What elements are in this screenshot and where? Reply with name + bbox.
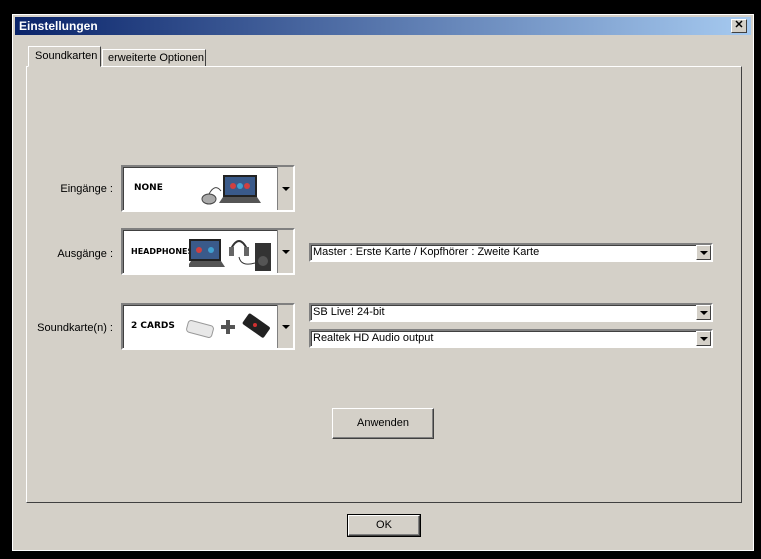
chevron-down-icon[interactable] bbox=[696, 305, 711, 320]
soundcard-dropdown-button[interactable] bbox=[277, 305, 293, 348]
close-button[interactable]: ✕ bbox=[731, 19, 747, 33]
tab-label: erweiterte Optionen bbox=[108, 52, 204, 64]
laptop-headphones-speaker-icon bbox=[189, 239, 271, 271]
chevron-down-icon[interactable] bbox=[696, 331, 711, 346]
settings-window: Einstellungen ✕ Soundkarten erweiterte O… bbox=[12, 14, 754, 551]
window-title: Einstellungen bbox=[19, 19, 98, 33]
soundcard-label: Soundkarte(n) : bbox=[37, 322, 113, 334]
ok-label: OK bbox=[376, 519, 392, 531]
soundcard-image-text: 2 CARDS bbox=[131, 321, 175, 331]
tab-erweiterte-optionen[interactable]: erweiterte Optionen bbox=[102, 49, 206, 67]
ok-button[interactable]: OK bbox=[347, 514, 421, 537]
tab-label: Soundkarten bbox=[35, 50, 98, 62]
outputs-label: Ausgänge : bbox=[57, 248, 113, 260]
tab-soundkarten[interactable]: Soundkarten bbox=[28, 46, 101, 67]
apply-button[interactable]: Anwenden bbox=[332, 408, 434, 439]
outputs-dropdown-button[interactable] bbox=[277, 230, 293, 273]
soundcard1-select[interactable]: SB Live! 24-bit bbox=[309, 303, 713, 322]
outputs-image-text: HEADPHONES bbox=[131, 247, 194, 256]
chevron-down-icon bbox=[282, 186, 290, 191]
two-cards-icon bbox=[186, 313, 270, 338]
chevron-down-icon bbox=[282, 324, 290, 329]
chevron-down-icon[interactable] bbox=[696, 245, 711, 260]
chevron-down-icon bbox=[282, 249, 290, 254]
inputs-label: Eingänge : bbox=[60, 183, 113, 195]
close-icon: ✕ bbox=[734, 19, 744, 31]
laptop-mouse-icon bbox=[201, 175, 261, 205]
inputs-image-select[interactable]: NONE bbox=[121, 165, 295, 212]
inputs-dropdown-button[interactable] bbox=[277, 167, 293, 210]
soundcard2-value: Realtek HD Audio output bbox=[313, 332, 434, 344]
outputs-image-select[interactable]: HEADPHONES bbox=[121, 228, 295, 275]
soundcard-image-select[interactable]: 2 CARDS bbox=[121, 303, 295, 350]
output-mode-select[interactable]: Master : Erste Karte / Kopfhörer : Zweit… bbox=[309, 243, 713, 262]
soundcard1-value: SB Live! 24-bit bbox=[313, 306, 385, 318]
output-mode-value: Master : Erste Karte / Kopfhörer : Zweit… bbox=[313, 246, 540, 258]
soundcard2-select[interactable]: Realtek HD Audio output bbox=[309, 329, 713, 348]
inputs-image-text: NONE bbox=[134, 183, 163, 193]
apply-label: Anwenden bbox=[357, 417, 409, 429]
title-bar[interactable]: Einstellungen ✕ bbox=[15, 17, 751, 35]
